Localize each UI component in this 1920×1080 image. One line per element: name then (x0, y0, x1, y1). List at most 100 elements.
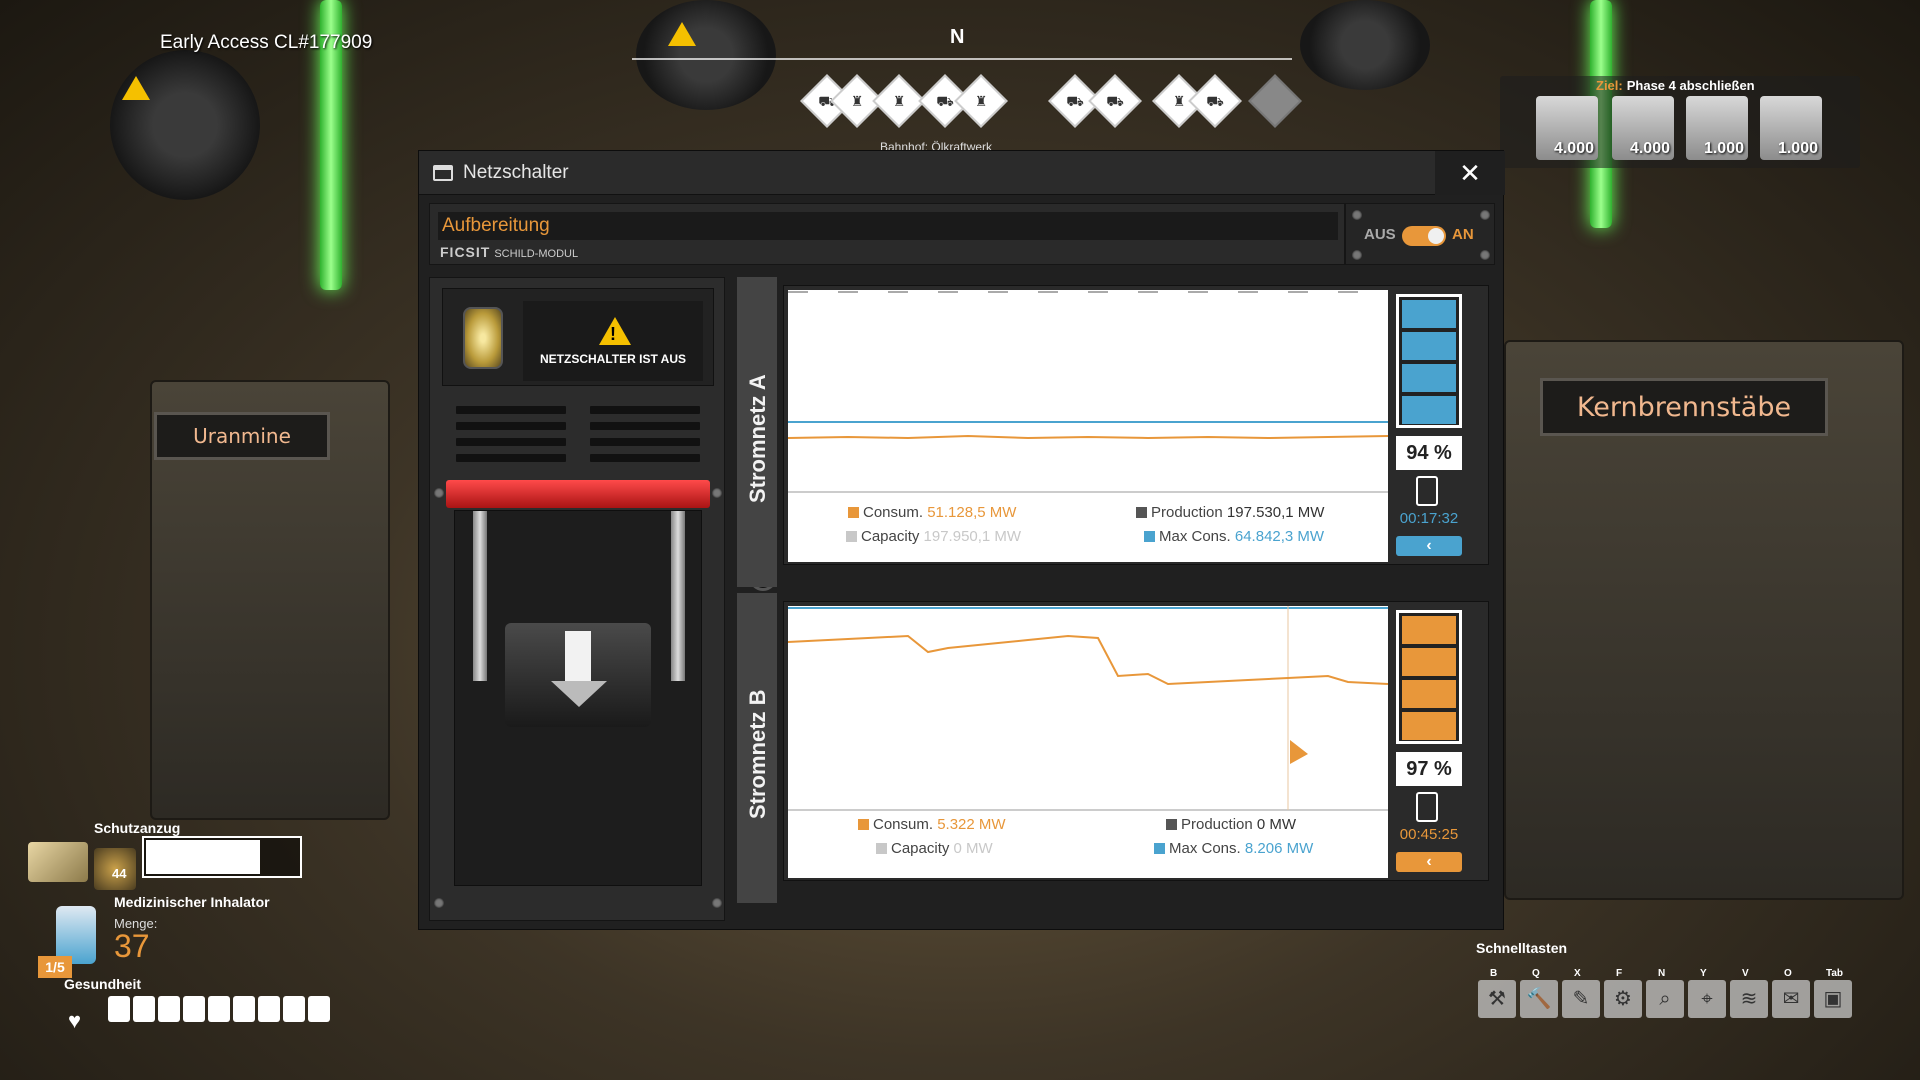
inhaler-label: Medizinischer Inhalator (114, 894, 270, 910)
legend-value: 197.950,1 MW (923, 528, 1022, 545)
quantity-value: 37 (114, 928, 150, 964)
health-segment (208, 996, 230, 1022)
battery-collapse-button[interactable]: ‹ (1396, 536, 1462, 556)
legend-value: 64.842,3 MW (1234, 528, 1325, 545)
mail-icon: ✉ (1782, 988, 1800, 1010)
quickbar-key-label: Q (1532, 968, 1540, 979)
legend-swatch (848, 507, 859, 518)
grid-a-graph: Consum. 51.128,5 MW Production 197.530,1… (788, 290, 1388, 562)
goal-item-modular-frame: 1.000 (1686, 96, 1748, 160)
arrow-down-icon-head (551, 681, 607, 707)
suit-durability-fill (146, 840, 260, 874)
power-toggle-panel: AUS AN (1345, 203, 1495, 265)
legend-label: Capacity (891, 840, 950, 857)
vent-slot (456, 454, 566, 462)
bg-coil-center (636, 0, 776, 110)
quickbar-slot-factory[interactable]: F ⚙ (1604, 968, 1642, 1018)
build-version-label: Early Access CL#177909 (160, 32, 373, 53)
vent-slot (590, 406, 700, 414)
quickbar-slot-search[interactable]: N ⌕ (1646, 968, 1684, 1018)
status-lamp-icon (463, 307, 503, 369)
legend-swatch (858, 819, 869, 830)
health-segment (283, 996, 305, 1022)
status-message-box: ! NETZSCHALTER IST AUS (523, 301, 703, 381)
battery-percent: 97 % (1396, 752, 1462, 786)
quickbar-slot-signal[interactable]: V ≋ (1730, 968, 1768, 1018)
mouse-cursor-icon (1290, 740, 1308, 764)
screw (1352, 250, 1362, 260)
inventory-box-icon: ▣ (1823, 988, 1843, 1010)
legend-label: Consum. (863, 504, 924, 521)
warning-icon-mark: ! (610, 324, 616, 344)
suit-durability-bar (142, 836, 302, 878)
goal-item-count: 4.000 (1553, 140, 1594, 157)
grid-side-label-bar: Stromnetz B (737, 593, 777, 903)
legend-value: 8.206 MW (1244, 840, 1314, 857)
legend-consum: Consum. 51.128,5 MW (848, 504, 1016, 521)
lever-grip-bar[interactable] (446, 480, 710, 508)
goal-item-nuclear-pasta: 1.000 (1760, 96, 1822, 160)
signal-icon: ≋ (1740, 988, 1758, 1010)
screw (1480, 210, 1490, 220)
legend-capacity: Capacity 197.950,1 MW (846, 528, 1021, 545)
bg-warning-icon-center (668, 22, 696, 46)
power-grid-b-panel: Stromnetz B Consum. 5.322 MW Production … (737, 593, 1497, 903)
bg-sign-uranmine: Uranmine (154, 412, 330, 460)
quickbar-slot-inventory-box[interactable]: Tab ▣ (1814, 968, 1852, 1018)
legend-swatch (846, 531, 857, 542)
grid-a-consum-line (788, 434, 1388, 440)
suit-filter-icon (28, 842, 88, 882)
bg-coil-left (110, 50, 260, 200)
heart-icon: ♥ (68, 1008, 82, 1033)
compass-marker-icon (1248, 74, 1302, 128)
battery-timer-icon (1416, 792, 1438, 822)
quickbar-slot-hammer[interactable]: Q 🔨 (1520, 968, 1558, 1018)
quickbar-label: Schnelltasten (1476, 940, 1568, 956)
quickbar-slot-map-marker[interactable]: Y ⌖ (1688, 968, 1726, 1018)
power-toggle-switch[interactable] (1402, 226, 1446, 246)
battery-time: 00:45:25 (1399, 826, 1459, 843)
battery-percent: 94 % (1396, 436, 1462, 470)
battery-cell (1402, 300, 1456, 328)
legend-production: Production 0 MW (1166, 816, 1296, 833)
grid-side-label-bar: Stromnetz A (737, 277, 777, 587)
goal-item-turbomotor: 4.000 (1612, 96, 1674, 160)
window-title: Netzschalter (463, 162, 569, 183)
toggle-off-label: AUS (1364, 226, 1396, 243)
quickbar-key-label: O (1784, 968, 1792, 979)
vent-slot (456, 406, 566, 414)
goal-item-count: 4.000 (1629, 140, 1670, 157)
lever-housing (454, 510, 702, 886)
battery-cell (1402, 616, 1456, 644)
quickbar-slot-mail[interactable]: O ✉ (1772, 968, 1810, 1018)
quickbar-slot-paint-brush[interactable]: X ✎ (1562, 968, 1600, 1018)
bg-warning-icon-left (122, 76, 150, 100)
status-display: ! NETZSCHALTER IST AUS (442, 288, 714, 386)
vent-slot (456, 422, 566, 430)
power-switch-window: Netzschalter ✕ FICSITSCHILD-MODUL AUS AN… (418, 150, 1505, 930)
legend-value: 5.322 MW (937, 816, 1006, 833)
vent-slot (590, 454, 700, 462)
battery-collapse-button[interactable]: ‹ (1396, 852, 1462, 872)
quickbar-key-label: Y (1700, 968, 1707, 979)
legend-swatch (1154, 843, 1165, 854)
switch-name-bar: FICSITSCHILD-MODUL (429, 203, 1345, 265)
health-label: Gesundheit (64, 976, 142, 992)
lever-arm-right (671, 511, 685, 681)
switch-name-input[interactable] (438, 212, 1338, 240)
quickbar-key-label: N (1658, 968, 1666, 979)
goal-prefix: Ziel: (1596, 78, 1623, 93)
battery-cell (1402, 712, 1456, 740)
goal-item-motor: 4.000 (1536, 96, 1598, 160)
goal-item-count: 1.000 (1777, 140, 1818, 157)
quickbar-slot-build-gun[interactable]: B ⚒ (1478, 968, 1516, 1018)
lever-handle[interactable] (505, 623, 651, 727)
battery-cell (1402, 332, 1456, 360)
arrow-down-icon (565, 631, 591, 683)
paint-brush-icon: ✎ (1572, 988, 1590, 1010)
legend-production: Production 197.530,1 MW (1136, 504, 1324, 521)
toggle-knob (1428, 228, 1444, 244)
close-button[interactable]: ✕ (1435, 151, 1505, 195)
grid-a-frame: Consum. 51.128,5 MW Production 197.530,1… (783, 285, 1489, 565)
battery-cell (1402, 396, 1456, 424)
